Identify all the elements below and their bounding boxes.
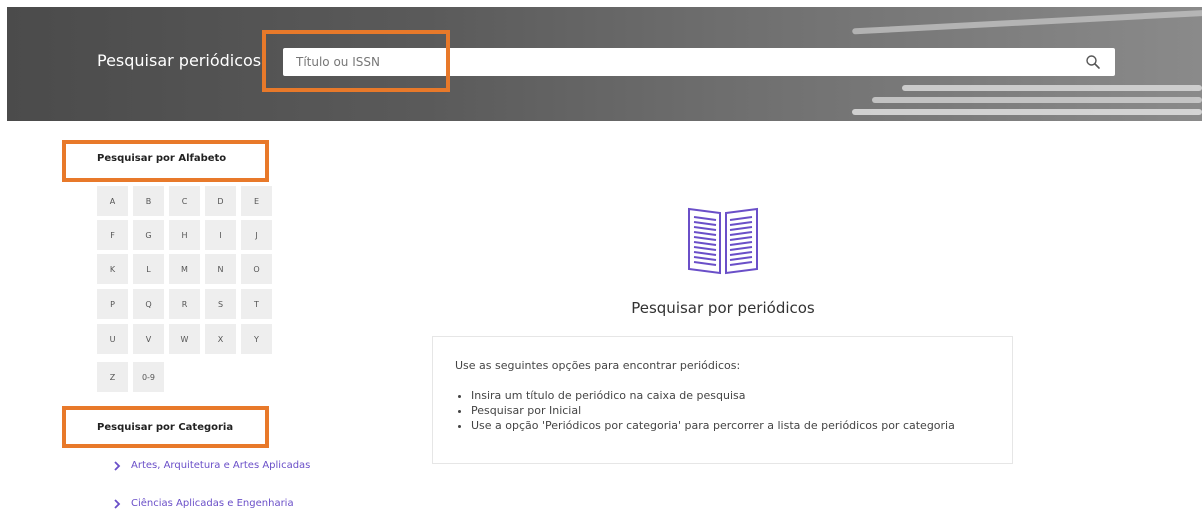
main-heading: Pesquisar por periódicos [631,299,815,317]
letter-button[interactable]: Z [97,362,128,392]
instructions-box: Use as seguintes opções para encontrar p… [432,336,1013,464]
letter-button[interactable]: N [205,254,236,284]
category-link-applied-sciences[interactable]: Ciências Aplicadas e Engenharia [114,498,294,509]
letter-button[interactable]: K [97,254,128,284]
letter-button[interactable]: W [169,324,200,354]
letter-button[interactable]: S [205,289,236,319]
banner-decoration [852,109,1202,115]
letter-button[interactable]: D [205,186,236,216]
list-item: Insira um título de periódico na caixa d… [471,388,955,403]
letter-button[interactable]: E [241,186,272,216]
letter-button[interactable]: V [133,324,164,354]
letter-button[interactable]: A [97,186,128,216]
letter-button[interactable]: O [241,254,272,284]
letter-button[interactable]: Q [133,289,164,319]
banner-decoration [902,85,1202,91]
letter-button[interactable]: Y [241,324,272,354]
letter-button[interactable]: M [169,254,200,284]
letter-button[interactable]: C [169,186,200,216]
category-label: Ciências Aplicadas e Engenharia [131,498,294,509]
category-link-arts[interactable]: Artes, Arquitetura e Artes Aplicadas [114,460,311,471]
list-item: Pesquisar por Inicial [471,403,955,418]
letter-button[interactable]: J [241,220,272,250]
search-icon[interactable] [1085,54,1101,70]
highlight-alphabet-title [62,140,269,182]
letter-button[interactable]: H [169,220,200,250]
letter-button[interactable]: T [241,289,272,319]
letter-button[interactable]: U [97,324,128,354]
letter-button[interactable]: F [97,220,128,250]
letter-button[interactable]: P [97,289,128,319]
page-title: Pesquisar periódicos [97,51,262,70]
chevron-right-icon [114,498,121,509]
instructions-list: Insira um título de periódico na caixa d… [433,388,955,433]
banner-decoration [872,97,1202,103]
open-book-icon [688,207,758,275]
highlight-search-box [262,30,450,92]
banner-decoration [852,9,1202,35]
highlight-category-title [62,406,269,448]
instructions-intro: Use as seguintes opções para encontrar p… [455,359,741,372]
letter-button[interactable]: I [205,220,236,250]
category-label: Artes, Arquitetura e Artes Aplicadas [131,460,311,471]
list-item: Use a opção 'Periódicos por categoria' p… [471,418,955,433]
letter-button[interactable]: 0-9 [133,362,164,392]
letter-button[interactable]: G [133,220,164,250]
letter-button[interactable]: X [205,324,236,354]
letter-button[interactable]: L [133,254,164,284]
letter-button[interactable]: R [169,289,200,319]
letter-button[interactable]: B [133,186,164,216]
chevron-right-icon [114,460,121,471]
